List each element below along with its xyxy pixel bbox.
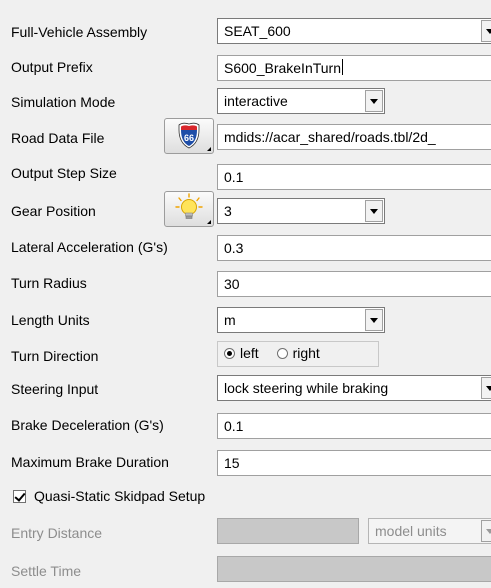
- turn-radius-label: Turn Radius: [11, 275, 87, 291]
- full-vehicle-assembly-label: Full-Vehicle Assembly: [11, 24, 148, 40]
- simulation-mode-select[interactable]: interactive: [217, 88, 385, 114]
- turn-direction-radio-group: left right: [217, 341, 379, 367]
- output-step-size-input[interactable]: 0.1: [217, 164, 491, 190]
- turn-direction-right-label: right: [292, 345, 320, 361]
- checkbox-checked-icon[interactable]: [13, 490, 26, 503]
- turn-radius-value: 30: [224, 276, 240, 292]
- steering-input-select[interactable]: lock steering while braking: [217, 375, 491, 401]
- maximum-brake-duration-label: Maximum Brake Duration: [11, 454, 169, 470]
- text-caret: [342, 59, 343, 75]
- road-data-file-input[interactable]: mdids://acar_shared/roads.tbl/2d_: [217, 124, 491, 150]
- settle-time-input[interactable]: [217, 556, 491, 582]
- length-units-select[interactable]: m: [217, 307, 385, 333]
- chevron-down-icon[interactable]: [481, 377, 491, 399]
- entry-distance-input[interactable]: [217, 518, 359, 544]
- radio-unselected-icon[interactable]: [276, 348, 288, 359]
- gear-position-value: 3: [224, 203, 232, 219]
- svg-text:66: 66: [184, 133, 194, 143]
- maximum-brake-duration-value: 15: [224, 455, 240, 471]
- chevron-down-icon[interactable]: [481, 20, 491, 42]
- lateral-acceleration-input[interactable]: 0.3: [217, 235, 491, 261]
- turn-direction-label: Turn Direction: [11, 348, 99, 364]
- brake-deceleration-value: 0.1: [224, 418, 244, 434]
- chevron-down-icon[interactable]: [365, 90, 383, 112]
- dropdown-corner-icon: [207, 220, 211, 224]
- gear-position-hint-button[interactable]: [164, 191, 214, 227]
- brake-deceleration-input[interactable]: 0.1: [217, 413, 491, 439]
- steering-input-label: Steering Input: [11, 381, 99, 397]
- entry-distance-units-value: model units: [375, 523, 447, 539]
- output-step-size-value: 0.1: [224, 169, 244, 185]
- quasi-static-checkbox-row[interactable]: Quasi-Static Skidpad Setup: [13, 487, 205, 505]
- turn-radius-input[interactable]: 30: [217, 271, 491, 297]
- length-units-label: Length Units: [11, 312, 90, 328]
- lateral-acceleration-value: 0.3: [224, 240, 244, 256]
- lateral-acceleration-label: Lateral Acceleration (G's): [11, 239, 168, 255]
- full-vehicle-assembly-value: SEAT_600: [224, 23, 291, 39]
- full-vehicle-assembly-combo[interactable]: SEAT_600: [217, 18, 491, 44]
- simulation-mode-label: Simulation Mode: [11, 94, 116, 110]
- gear-position-select[interactable]: 3: [217, 198, 385, 224]
- road-file-browse-button[interactable]: 66: [164, 118, 214, 154]
- maximum-brake-duration-input[interactable]: 15: [217, 450, 491, 476]
- radio-selected-icon[interactable]: [224, 348, 235, 359]
- settle-time-label: Settle Time: [11, 563, 82, 579]
- road-data-file-label: Road Data File: [11, 130, 105, 146]
- dropdown-corner-icon: [207, 147, 211, 151]
- gear-position-label: Gear Position: [11, 203, 96, 219]
- output-prefix-input[interactable]: S600_BrakeInTurn: [217, 55, 491, 81]
- road-data-file-value: mdids://acar_shared/roads.tbl/2d_: [224, 129, 436, 145]
- turn-direction-left-option[interactable]: left: [224, 345, 259, 361]
- length-units-value: m: [224, 312, 236, 328]
- output-step-size-label: Output Step Size: [11, 165, 117, 181]
- turn-direction-right-option[interactable]: right: [276, 345, 320, 361]
- turn-direction-left-label: left: [240, 345, 259, 361]
- chevron-down-icon[interactable]: [481, 520, 491, 542]
- steering-input-value: lock steering while braking: [224, 380, 389, 396]
- entry-distance-units-select[interactable]: model units: [368, 518, 491, 544]
- output-prefix-label: Output Prefix: [11, 59, 93, 75]
- quasi-static-label: Quasi-Static Skidpad Setup: [34, 488, 206, 504]
- chevron-down-icon[interactable]: [365, 200, 383, 222]
- entry-distance-label: Entry Distance: [11, 525, 103, 541]
- brake-deceleration-label: Brake Deceleration (G's): [11, 417, 164, 433]
- output-prefix-value: S600_BrakeInTurn: [224, 60, 341, 76]
- chevron-down-icon[interactable]: [365, 309, 383, 331]
- simulation-mode-value: interactive: [224, 93, 288, 109]
